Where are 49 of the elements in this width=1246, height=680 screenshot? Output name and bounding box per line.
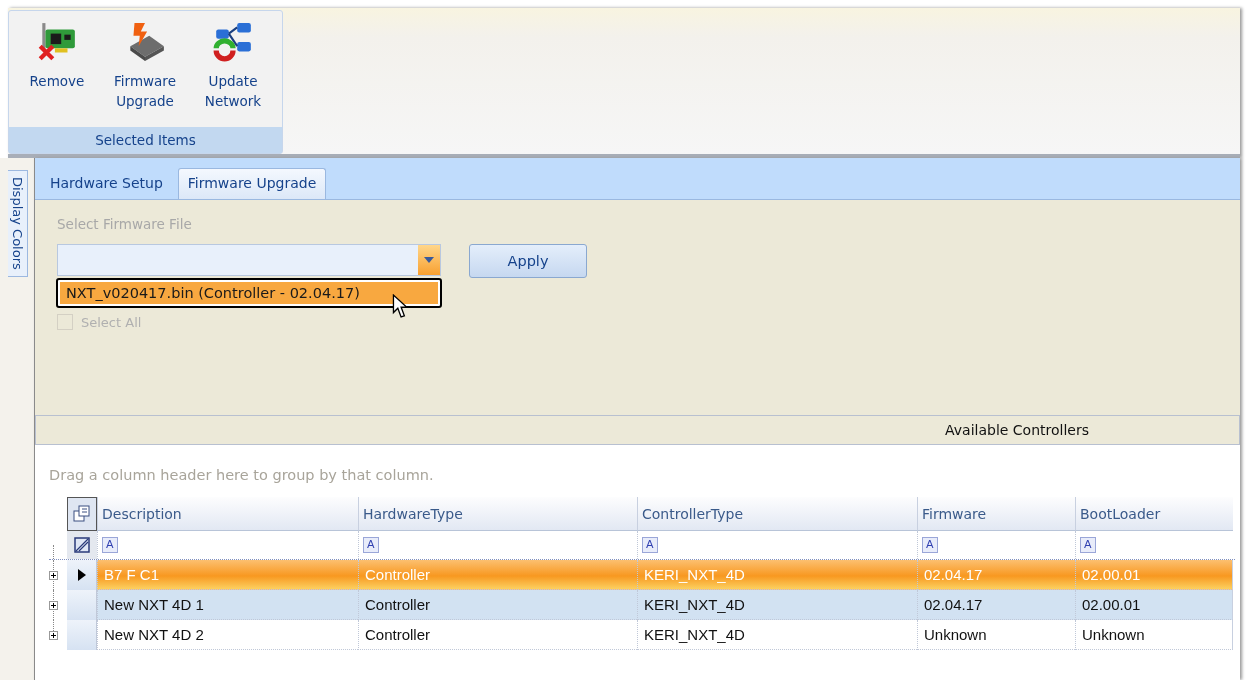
network-nodes-refresh-icon (212, 21, 254, 63)
filter-operator-button[interactable]: A (1080, 537, 1096, 553)
table-cell: 02.00.01 (1075, 590, 1233, 620)
column-header[interactable]: HardwareType (358, 497, 637, 531)
grid-title: Available Controllers (945, 422, 1089, 438)
grid-row[interactable]: New NXT 4D 1 Controller KERI_NXT_4D 02.04.17 02.00.01 (49, 590, 1235, 620)
column-header[interactable]: Firmware (917, 497, 1075, 531)
table-cell: Controller (358, 590, 637, 620)
column-chooser-icon[interactable] (72, 504, 92, 524)
table-cell: Unknown (1075, 620, 1233, 650)
table-cell: Unknown (917, 620, 1075, 650)
filter-operator-button[interactable]: A (642, 537, 658, 553)
column-header[interactable]: ControllerType (637, 497, 917, 531)
dropdown-option[interactable]: NXT_v020417.bin (Controller - 02.04.17) (60, 282, 438, 304)
table-cell: 02.04.17 (917, 560, 1075, 590)
table-cell: Controller (358, 560, 637, 590)
filter-operator-button[interactable]: A (363, 537, 379, 553)
grid-row[interactable]: New NXT 4D 2 Controller KERI_NXT_4D Unknown Unknown (49, 620, 1235, 650)
table-cell: Controller (358, 620, 637, 650)
filter-operator-button[interactable]: A (922, 537, 938, 553)
expand-plus-icon[interactable] (49, 600, 58, 610)
table-cell: 02.00.01 (1075, 560, 1233, 590)
ribbon-group-label: Selected Items (9, 127, 282, 153)
ribbon-button[interactable]: Remove (15, 17, 99, 127)
table-cell: B7 F C1 (97, 560, 358, 590)
table-cell: KERI_NXT_4D (637, 590, 917, 620)
field-label: Select Firmware File (57, 216, 193, 232)
expand-plus-icon[interactable] (49, 630, 58, 640)
apply-button[interactable]: Apply (469, 244, 587, 278)
tab[interactable]: Hardware Setup (41, 169, 172, 199)
checkbox-label: Select All (81, 314, 142, 330)
tab[interactable]: Firmware Upgrade (177, 168, 327, 199)
table-cell: KERI_NXT_4D (637, 560, 917, 590)
column-header[interactable]: BootLoader (1075, 497, 1233, 531)
current-row-icon (77, 569, 86, 581)
group-by-hint: Drag a column header here to group by that column. (49, 467, 435, 483)
clear-filter-icon[interactable] (74, 537, 90, 553)
column-header[interactable]: Description (97, 497, 358, 531)
ribbon-button[interactable]: Firmware Upgrade (103, 17, 187, 127)
table-cell: KERI_NXT_4D (637, 620, 917, 650)
filter-operator-button[interactable]: A (102, 537, 118, 553)
table-cell: 02.04.17 (917, 590, 1075, 620)
row-header[interactable] (67, 560, 97, 590)
table-cell: New NXT 4D 1 (97, 590, 358, 620)
network-card-remove-icon (36, 21, 78, 63)
expand-plus-icon[interactable] (49, 570, 58, 580)
side-tab[interactable]: Display Colors (8, 170, 28, 277)
ribbon-button[interactable]: Update Network (191, 17, 275, 127)
table-cell: New NXT 4D 2 (97, 620, 358, 650)
